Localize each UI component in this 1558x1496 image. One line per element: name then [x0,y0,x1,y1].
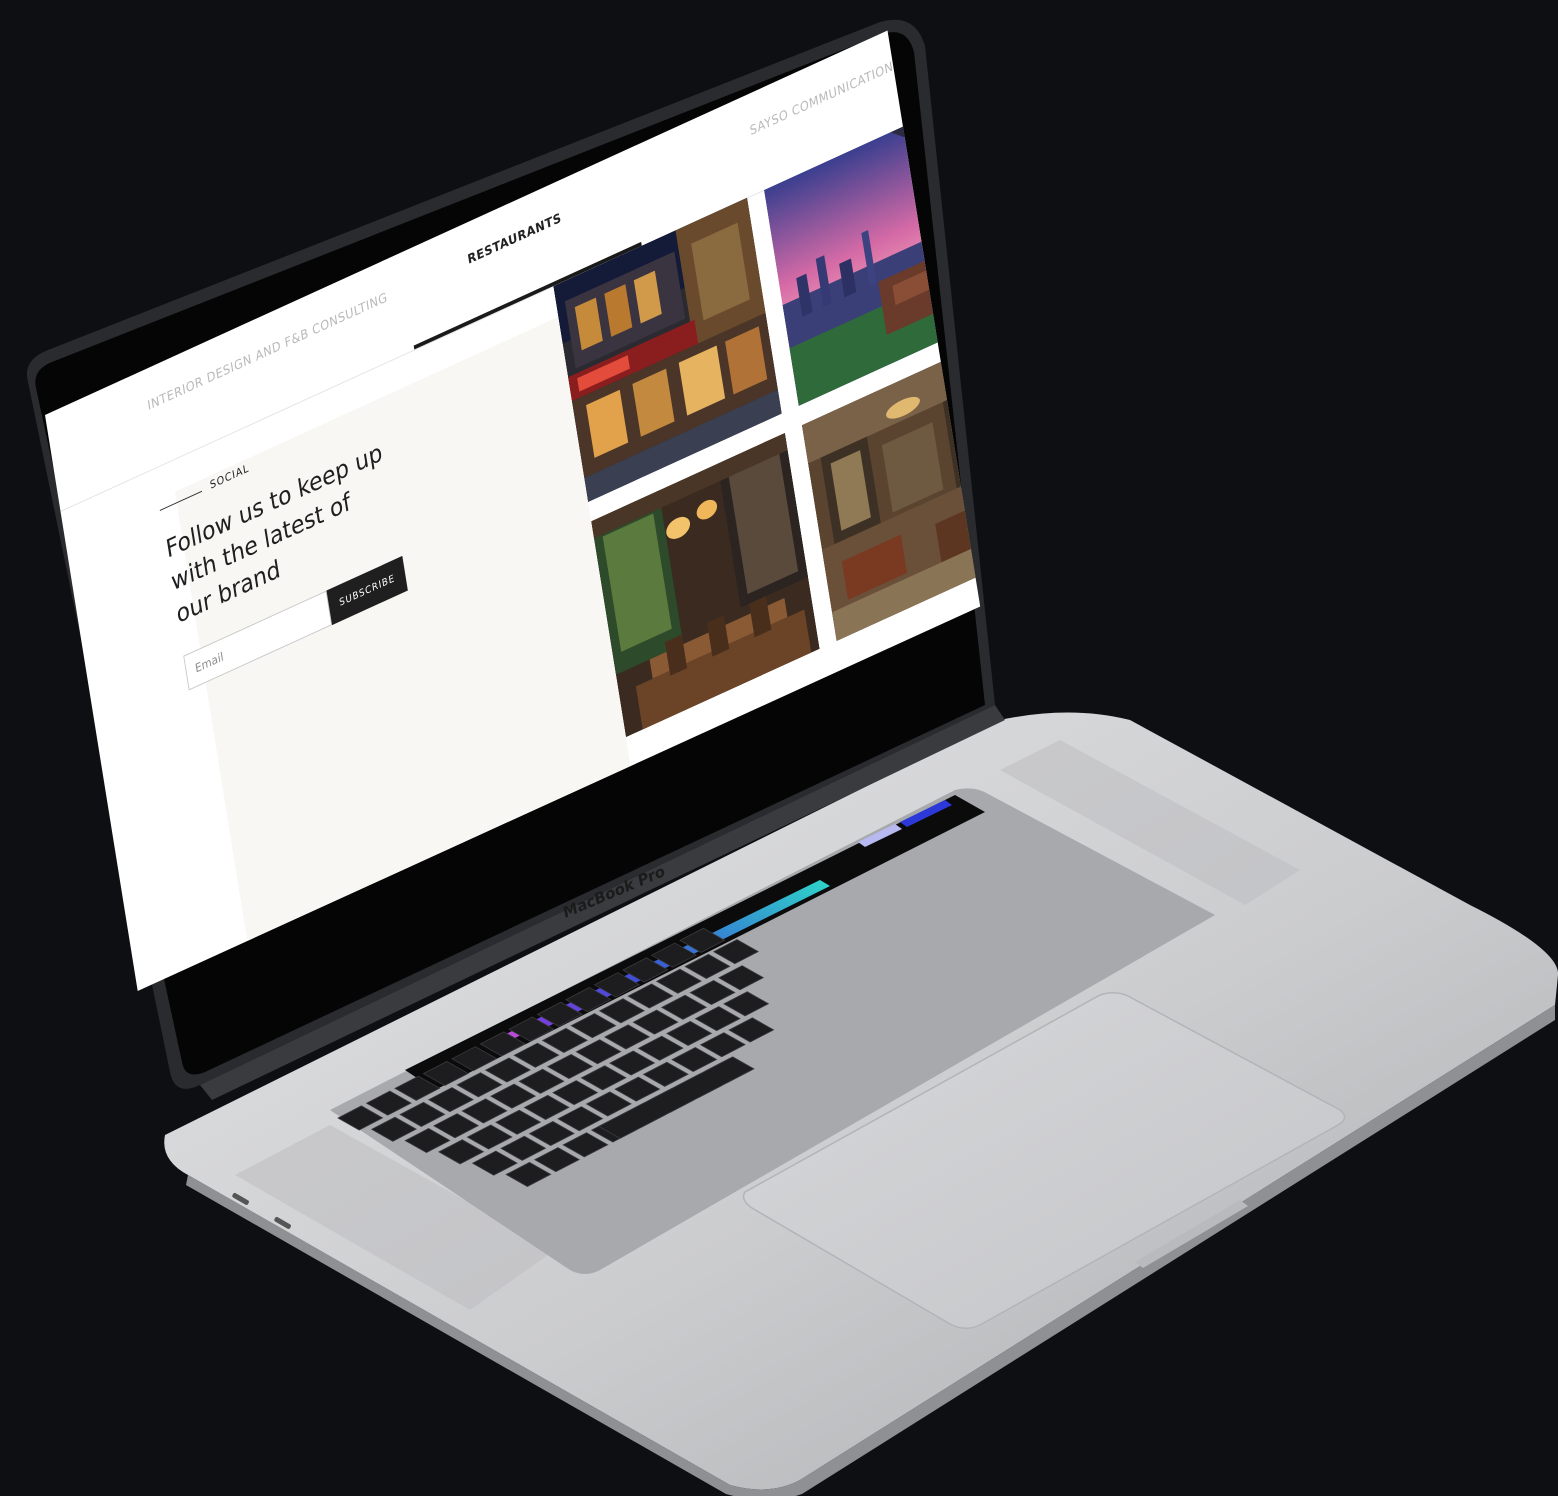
social-eyebrow: SOCIAL [159,461,250,517]
tab-restaurants[interactable]: RESTAURANTS [467,211,563,268]
